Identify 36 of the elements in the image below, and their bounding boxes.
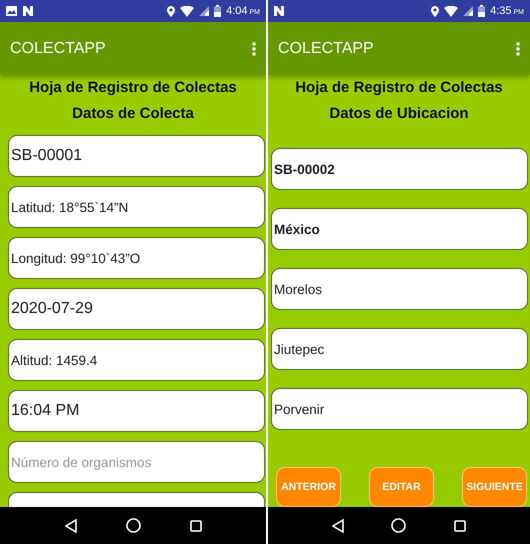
home-icon[interactable] — [391, 518, 406, 533]
app-title: COLECTAPP — [278, 40, 374, 58]
more-options-icon[interactable] — [516, 42, 520, 56]
signal-icon — [199, 6, 210, 16]
n-logo-icon — [23, 6, 33, 16]
app-title: COLECTAPP — [10, 40, 106, 58]
signal-icon — [463, 6, 474, 16]
input-field[interactable]: Morelos — [271, 268, 528, 310]
location-pin-icon — [167, 6, 176, 16]
n-logo-icon — [274, 6, 284, 16]
wifi-icon — [180, 6, 194, 16]
input-field[interactable]: Altitud: 1459.4 — [8, 339, 265, 381]
input-field[interactable]: Latitud: 18°55`14”N — [8, 186, 265, 228]
location-pin-icon — [431, 6, 440, 16]
section-heading: Hoja de Registro de Colectas — [29, 78, 237, 98]
input-field[interactable]: 2020-07-29 — [8, 288, 265, 330]
back-icon[interactable] — [332, 518, 344, 532]
home-icon[interactable] — [126, 518, 140, 533]
battery-icon — [478, 5, 486, 17]
recents-icon[interactable] — [190, 520, 202, 532]
back-icon[interactable] — [64, 518, 76, 532]
more-options-icon[interactable] — [252, 42, 256, 56]
input-field[interactable]: 16:04 PM — [8, 390, 265, 432]
section-heading: Datos de Ubicacion — [329, 104, 469, 124]
wifi-icon — [444, 6, 458, 16]
section-heading: Hoja de Registro de Colectas — [295, 78, 503, 98]
input-field[interactable]: SB-00001 — [8, 135, 265, 177]
input-field[interactable]: Jiutepec — [271, 328, 528, 370]
input-field[interactable]: Longitud: 99°10`43”O — [8, 237, 265, 279]
recents-icon[interactable] — [454, 520, 466, 532]
image-icon — [6, 6, 17, 16]
input-field[interactable]: SB-00002 — [271, 148, 528, 190]
battery-icon — [214, 5, 222, 17]
input-field[interactable]: Porvenir — [271, 388, 528, 430]
input-field[interactable]: México — [271, 208, 528, 250]
section-heading: Datos de Colecta — [72, 104, 194, 124]
